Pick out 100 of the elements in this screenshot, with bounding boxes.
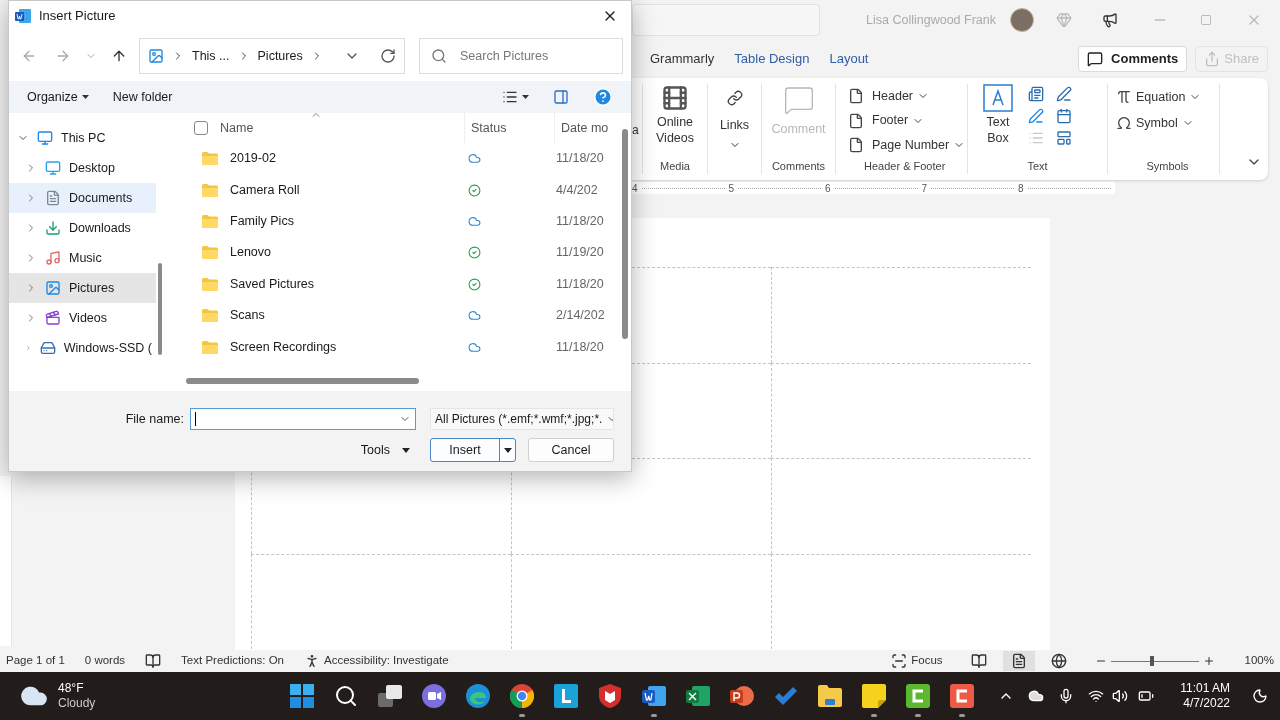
organize-button[interactable]: Organize	[27, 87, 89, 107]
comments-button[interactable]: Comments	[1078, 46, 1188, 72]
caret-icon[interactable]	[522, 95, 529, 99]
address-bar[interactable]: This ... Pictures	[139, 38, 405, 74]
omega-icon[interactable]	[1116, 115, 1132, 131]
accessibility-status[interactable]: Accessibility: Investigate	[304, 652, 449, 670]
link-icon[interactable]	[726, 90, 743, 106]
ribbon-tab[interactable]: Layout	[829, 49, 869, 69]
tree-item[interactable]: Music	[9, 243, 156, 273]
tree-item[interactable]: Desktop	[9, 153, 156, 183]
breadcrumb-item[interactable]: Pictures	[257, 46, 303, 66]
globe-icon[interactable]	[1050, 653, 1067, 669]
moon-icon[interactable]	[1252, 688, 1268, 704]
comment-icon[interactable]	[1087, 51, 1104, 67]
focus-icon[interactable]	[891, 653, 908, 669]
help-icon[interactable]	[593, 87, 613, 107]
caret-icon[interactable]	[81, 95, 89, 99]
symbol-button[interactable]: Equation	[1116, 84, 1219, 110]
file-row[interactable]: Screen Recordings 11/18/20	[174, 331, 622, 363]
column-header[interactable]: Date mo	[561, 118, 609, 138]
windows-icon[interactable]	[290, 684, 314, 708]
tree-item[interactable]: Videos	[9, 303, 156, 333]
megaphone-icon[interactable]	[1102, 12, 1118, 28]
tree-item[interactable]: This PC	[9, 123, 156, 153]
tree-item[interactable]: Pictures	[9, 273, 156, 303]
app-tile-icon[interactable]	[950, 684, 974, 708]
clock-date[interactable]: 4/7/2022	[1183, 696, 1230, 711]
links-button[interactable]: Links	[719, 90, 750, 151]
header-footer-button[interactable]: Page Number	[848, 133, 967, 158]
file-row[interactable]: Camera Roll 4/4/202	[174, 174, 622, 206]
text-box-button[interactable]: Text Box	[978, 84, 1018, 146]
file-row[interactable]: 2019-02 11/18/20	[174, 143, 622, 175]
header-footer-button[interactable]: Header	[848, 84, 967, 109]
volume-icon[interactable]	[1112, 688, 1129, 704]
file-row[interactable]: Scans 2/14/202	[174, 299, 622, 332]
zoom-slider[interactable]	[1110, 656, 1199, 666]
new-folder-button[interactable]: New folder	[112, 87, 173, 107]
pi-icon[interactable]	[1116, 89, 1132, 105]
page-icon[interactable]	[848, 112, 864, 129]
file-row[interactable]: Family Pics 11/18/20	[174, 205, 622, 238]
file-name-field[interactable]	[190, 408, 416, 430]
slider-thumb[interactable]	[1150, 656, 1155, 666]
view-options-button[interactable]	[502, 89, 529, 105]
search-icon[interactable]	[334, 684, 358, 708]
tree-item[interactable]: Windows-SSD (	[9, 333, 156, 363]
app-tile-icon[interactable]	[554, 684, 578, 708]
word-count[interactable]: 0 words	[84, 652, 126, 670]
windows-stack-icon[interactable]	[378, 685, 402, 707]
tree-item[interactable]: Downloads	[9, 213, 156, 243]
insert-button[interactable]: Insert	[430, 438, 516, 462]
list-view-icon[interactable]	[502, 89, 518, 105]
ribbon-tab[interactable]: Grammarly	[650, 49, 715, 69]
preview-pane-icon[interactable]	[553, 89, 569, 105]
sticky-note-icon[interactable]	[862, 684, 886, 708]
search-field[interactable]: Search Pictures	[419, 38, 623, 74]
calendar-icon[interactable]	[1056, 108, 1072, 124]
page-icon[interactable]	[848, 88, 864, 105]
browser-icon[interactable]	[510, 684, 534, 708]
file-row[interactable]: Lenovo 11/19/20	[174, 237, 622, 269]
file-row[interactable]: Saved Pictures 11/18/20	[174, 268, 622, 300]
column-header[interactable]: Status	[471, 118, 507, 138]
column-header[interactable]: Name	[220, 118, 254, 138]
accessibility-icon[interactable]	[304, 653, 320, 669]
app-tile-icon[interactable]	[906, 684, 930, 708]
online-videos-button[interactable]: Online Videos	[645, 84, 705, 146]
tree-item[interactable]: Documents	[9, 183, 156, 213]
video-chat-icon[interactable]	[422, 684, 446, 708]
text-predictions[interactable]: Text Predictions: On	[181, 652, 284, 670]
tools-button[interactable]: Tools	[360, 440, 410, 460]
text-box-icon[interactable]	[983, 84, 1013, 112]
document-app-icon[interactable]	[642, 684, 666, 708]
presentation-app-icon[interactable]	[730, 684, 754, 708]
temperature[interactable]: 48°F	[58, 681, 96, 696]
focus-button[interactable]: Focus	[891, 652, 943, 670]
symbol-button[interactable]: Symbol	[1116, 110, 1219, 136]
breadcrumb-item[interactable]: This ...	[192, 46, 230, 66]
ribbon-tab[interactable]: Table Design	[734, 49, 810, 69]
zoom-percentage[interactable]: 100%	[1244, 652, 1274, 670]
browser-icon[interactable]	[466, 684, 490, 708]
shield-icon[interactable]	[599, 684, 621, 708]
header-footer-button[interactable]: Footer	[848, 108, 967, 133]
proofing-icon[interactable]	[145, 653, 162, 669]
page-count[interactable]: Page 1 of 1	[6, 652, 65, 670]
wifi-icon[interactable]	[1088, 688, 1105, 704]
spreadsheet-app-icon[interactable]	[686, 684, 710, 708]
battery-icon[interactable]	[1138, 688, 1155, 704]
refresh-icon[interactable]	[380, 48, 396, 64]
weather-condition[interactable]: Cloudy	[58, 696, 96, 711]
caret-icon[interactable]	[503, 447, 512, 453]
book-icon[interactable]	[970, 653, 987, 669]
avatar[interactable]	[1010, 8, 1034, 32]
page-icon[interactable]	[1010, 653, 1027, 669]
select-all-checkbox[interactable]	[194, 121, 208, 135]
clock-time[interactable]: 11:01 AM	[1180, 681, 1230, 696]
caret-icon[interactable]	[402, 447, 410, 453]
folder-app-icon[interactable]	[818, 685, 842, 707]
cloud-icon[interactable]	[1028, 688, 1045, 704]
page-icon[interactable]	[848, 137, 864, 154]
file-type-dropdown[interactable]: All Pictures (*.emf;*.wmf;*.jpg;*.	[430, 408, 614, 430]
print-layout-button[interactable]	[1002, 651, 1035, 671]
